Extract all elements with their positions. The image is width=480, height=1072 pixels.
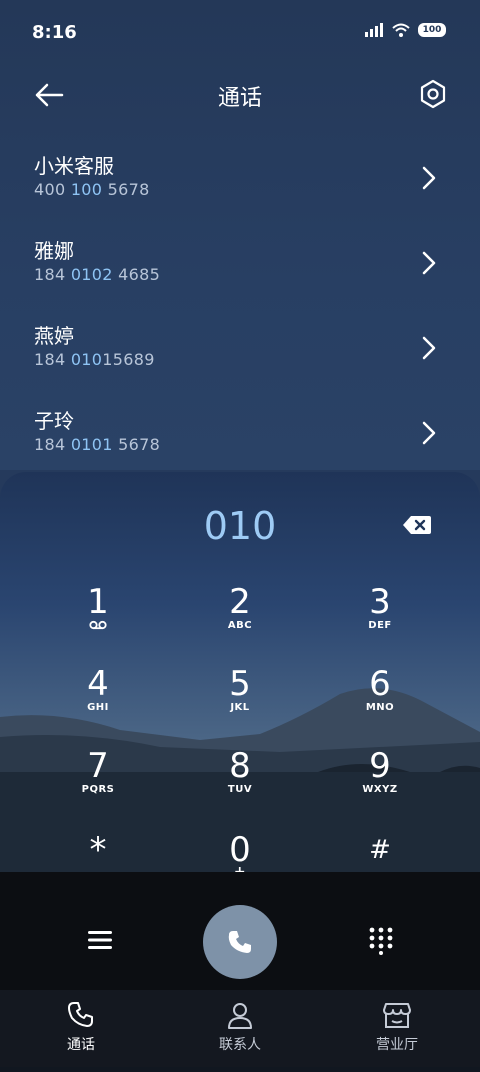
nav-label: 通话 — [67, 1037, 95, 1053]
contact-name: 子玲 — [34, 409, 74, 433]
chevron-right-icon[interactable] — [420, 249, 438, 277]
bottom-navigation: 通话 联系人 营业厅 — [0, 990, 480, 1067]
key-9[interactable]: 9 WXYZ — [320, 748, 440, 828]
nav-tab-contacts[interactable]: 联系人 — [195, 1000, 285, 1054]
key-2[interactable]: 2 ABC — [180, 584, 300, 664]
key-5[interactable]: 5 JKL — [180, 666, 300, 746]
list-item[interactable]: 雅娜 184 0102 4685 — [0, 223, 480, 308]
contact-name: 小米客服 — [34, 154, 114, 178]
contact-name: 燕婷 — [34, 324, 74, 348]
recent-calls-list: 小米客服 400 100 5678 雅娜 184 0102 4685 燕婷 18… — [0, 138, 480, 478]
dialpad-icon[interactable] — [366, 925, 396, 955]
phone-icon — [68, 1002, 93, 1027]
phone-icon — [228, 931, 251, 953]
status-time: 8:16 — [32, 22, 77, 43]
list-item[interactable]: 燕婷 184 01015689 — [0, 308, 480, 393]
nav-label: 联系人 — [219, 1037, 261, 1053]
nav-tab-calls[interactable]: 通话 — [36, 1000, 126, 1054]
key-6[interactable]: 6 MNO — [320, 666, 440, 746]
key-4[interactable]: 4 GHI — [38, 666, 158, 746]
key-1[interactable]: 1 — [38, 584, 158, 664]
key-7[interactable]: 7 PQRS — [38, 748, 158, 828]
app-bar: 通话 — [0, 64, 480, 124]
key-8[interactable]: 8 TUV — [180, 748, 300, 828]
chevron-right-icon[interactable] — [420, 164, 438, 192]
contact-number: 400 100 5678 — [34, 180, 150, 199]
person-icon — [228, 1003, 252, 1029]
status-bar: 8:16 100 — [0, 0, 480, 64]
settings-hexagon-icon[interactable] — [418, 78, 448, 110]
nav-label: 营业厅 — [376, 1037, 418, 1053]
store-icon — [383, 1003, 411, 1028]
battery-indicator: 100 — [418, 23, 446, 37]
signal-icon — [365, 23, 383, 37]
menu-icon[interactable] — [86, 928, 114, 952]
contact-number: 184 0101 5678 — [34, 435, 161, 454]
contact-name: 雅娜 — [34, 239, 74, 263]
wifi-icon — [392, 23, 410, 37]
backspace-icon[interactable] — [402, 514, 432, 536]
contact-number: 184 01015689 — [34, 350, 155, 369]
page-title: 通话 — [217, 86, 262, 111]
key-3[interactable]: 3 DEF — [320, 584, 440, 664]
chevron-right-icon[interactable] — [420, 334, 438, 362]
contact-number: 184 0102 4685 — [34, 265, 161, 284]
chevron-right-icon[interactable] — [420, 419, 438, 447]
list-item[interactable]: 子玲 184 0101 5678 — [0, 393, 480, 478]
call-button[interactable] — [203, 905, 277, 979]
nav-tab-store[interactable]: 营业厅 — [352, 1000, 442, 1054]
list-item[interactable]: 小米客服 400 100 5678 — [0, 138, 480, 223]
status-icons: 100 — [364, 23, 446, 37]
